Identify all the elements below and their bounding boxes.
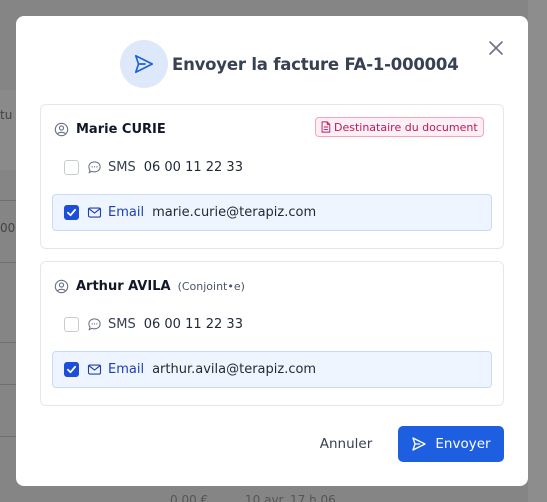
background-text-fragment: 00 [0,221,16,235]
sms-option[interactable]: SMS 06 00 11 22 33 [52,306,492,343]
background-text-fragment: tu [0,108,13,122]
chat-bubble-icon [86,160,102,176]
background-divider [0,384,16,385]
sms-number: 06 00 11 22 33 [143,160,243,175]
badge-label: Destinataire du document [334,120,478,134]
email-option[interactable]: Email arthur.avila@terapiz.com [52,351,492,388]
email-label: Email [108,205,145,220]
background-divider [0,262,16,263]
close-icon [489,41,503,55]
recipient-card: Arthur AVILA (Conjoint•e) SMS 06 00 11 2… [40,261,504,406]
background-text-fragment: 0,00 € [170,493,209,502]
background-right-panel [528,0,547,502]
background-divider [0,342,16,343]
close-button[interactable] [486,38,506,58]
check-icon [66,208,77,217]
sms-number: 06 00 11 22 33 [143,317,243,332]
recipient-name: Marie CURIE [76,121,166,137]
background-divider [0,436,16,437]
recipient-header: Arthur AVILA (Conjoint•e) [53,276,245,296]
document-recipient-badge: Destinataire du document [315,117,484,137]
send-invoice-dialog: Envoyer la facture FA-1-000004 Marie CUR… [16,16,528,486]
email-address: arthur.avila@terapiz.com [152,362,317,377]
mail-icon [86,205,102,221]
user-circle-icon [53,278,69,294]
background-panel [0,90,16,170]
send-icon [134,54,154,74]
email-option[interactable]: Email marie.curie@terapiz.com [52,194,492,231]
background-text-fragment: 10 avr. 17 h 06 [245,493,336,502]
send-button-label: Envoyer [435,436,491,452]
recipient-header: Marie CURIE [53,119,166,139]
email-checkbox[interactable] [64,362,79,377]
dialog-header: Envoyer la facture FA-1-000004 [120,40,459,88]
recipient-name: Arthur AVILA [76,278,171,294]
check-icon [66,365,77,374]
send-icon [412,437,427,451]
header-icon-circle [120,40,168,88]
sms-checkbox[interactable] [64,317,79,332]
sms-label: SMS [108,160,136,175]
dialog-title: Envoyer la facture FA-1-000004 [172,54,459,74]
sms-label: SMS [108,317,136,332]
email-checkbox[interactable] [64,205,79,220]
recipient-card: Marie CURIE Destinataire du document SMS… [40,104,504,249]
cancel-button[interactable]: Annuler [304,427,388,461]
email-label: Email [108,362,145,377]
background-divider [0,200,16,201]
document-icon [321,121,331,133]
send-button[interactable]: Envoyer [398,426,504,462]
sms-checkbox[interactable] [64,160,79,175]
email-address: marie.curie@terapiz.com [152,205,317,220]
sms-option[interactable]: SMS 06 00 11 22 33 [52,149,492,186]
chat-bubble-icon [86,317,102,333]
recipient-relationship: (Conjoint•e) [177,279,245,293]
mail-icon [86,362,102,378]
user-circle-icon [53,121,69,137]
